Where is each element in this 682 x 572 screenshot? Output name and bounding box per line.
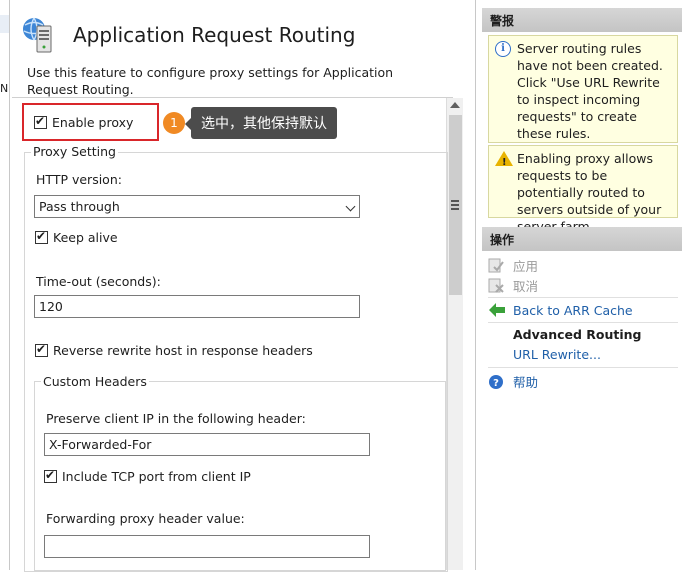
annotation-tip: 选中，其他保持默认 bbox=[185, 107, 337, 139]
cancel-label: 取消 bbox=[513, 279, 539, 294]
alert-routing-rules: i Server routing rules have not been cre… bbox=[488, 35, 678, 143]
vertical-scrollbar[interactable] bbox=[446, 98, 463, 570]
include-tcp-port-label: Include TCP port from client IP bbox=[62, 469, 251, 484]
preserve-ip-input[interactable]: X-Forwarded-For bbox=[44, 433, 370, 456]
checkbox-checked-icon[interactable] bbox=[35, 229, 48, 244]
url-rewrite-link[interactable]: URL Rewrite... bbox=[513, 347, 601, 362]
checkbox-checked-icon[interactable] bbox=[35, 342, 48, 357]
http-version-value: Pass through bbox=[39, 199, 120, 214]
server-globe-icon bbox=[21, 16, 57, 54]
alert-routing-rules-text: Server routing rules have not been creat… bbox=[517, 41, 663, 141]
forwarding-header-label: Forwarding proxy header value: bbox=[46, 511, 245, 526]
advanced-routing-heading: Advanced Routing bbox=[513, 327, 642, 342]
tree-partial-label: N bbox=[0, 82, 9, 95]
timeout-label: Time-out (seconds): bbox=[36, 274, 161, 289]
apply-label: 应用 bbox=[513, 259, 539, 274]
alert-proxy-warning: ! Enabling proxy allows requests to be p… bbox=[488, 145, 678, 234]
timeout-input[interactable]: 120 bbox=[34, 295, 360, 318]
svg-text:?: ? bbox=[493, 378, 499, 389]
scroll-up-arrow-icon[interactable] bbox=[450, 102, 460, 108]
alerts-header: 警报 bbox=[482, 8, 682, 32]
actions-separator bbox=[488, 322, 678, 323]
tree-pane-edge: N bbox=[0, 0, 10, 570]
step-number-badge: 1 bbox=[163, 112, 185, 134]
help-label: 帮助 bbox=[513, 375, 539, 390]
cancel-action[interactable]: 取消 bbox=[488, 276, 538, 295]
title-row: Application Request Routing bbox=[21, 15, 355, 55]
page-title: Application Request Routing bbox=[73, 23, 356, 47]
checkbox-checked-icon[interactable] bbox=[44, 468, 57, 483]
include-tcp-port-checkbox[interactable]: Include TCP port from client IP bbox=[44, 468, 251, 484]
help-link[interactable]: ? 帮助 bbox=[488, 372, 538, 391]
alert-proxy-warning-text: Enabling proxy allows requests to be pot… bbox=[517, 151, 662, 234]
back-arrow-icon bbox=[488, 302, 506, 318]
back-label: Back to ARR Cache bbox=[513, 302, 633, 318]
proxy-setting-label: Proxy Setting bbox=[31, 144, 118, 159]
forwarding-header-input[interactable] bbox=[44, 535, 370, 558]
actions-separator bbox=[488, 367, 678, 368]
tree-selection-edge[interactable] bbox=[0, 15, 9, 33]
cancel-icon bbox=[488, 278, 506, 294]
preserve-ip-label: Preserve client IP in the following head… bbox=[46, 411, 306, 426]
info-icon: i bbox=[495, 41, 511, 57]
highlight-frame bbox=[22, 103, 159, 141]
actions-pane: 警报 i Server routing rules have not been … bbox=[482, 0, 682, 570]
apply-action[interactable]: 应用 bbox=[488, 256, 538, 275]
keep-alive-label: Keep alive bbox=[53, 230, 118, 245]
annotation-callout: 1 选中，其他保持默认 bbox=[163, 107, 337, 139]
reverse-rewrite-checkbox[interactable]: Reverse rewrite host in response headers bbox=[35, 342, 313, 358]
http-version-select[interactable]: Pass through bbox=[34, 195, 360, 218]
custom-headers-label: Custom Headers bbox=[41, 374, 149, 389]
reverse-rewrite-label: Reverse rewrite host in response headers bbox=[53, 343, 313, 358]
chevron-down-icon bbox=[345, 201, 356, 212]
keep-alive-checkbox[interactable]: Keep alive bbox=[35, 229, 118, 245]
feature-description: Use this feature to configure proxy sett… bbox=[27, 65, 394, 97]
actions-separator bbox=[488, 297, 678, 298]
actions-header: 操作 bbox=[482, 227, 682, 251]
http-version-label: HTTP version: bbox=[36, 172, 122, 187]
back-to-arr-cache-link[interactable]: Back to ARR Cache bbox=[488, 302, 633, 318]
warning-icon: ! bbox=[495, 151, 513, 168]
help-icon: ? bbox=[488, 374, 506, 390]
apply-icon bbox=[488, 258, 506, 274]
scrollbar-grip-icon bbox=[451, 200, 459, 212]
